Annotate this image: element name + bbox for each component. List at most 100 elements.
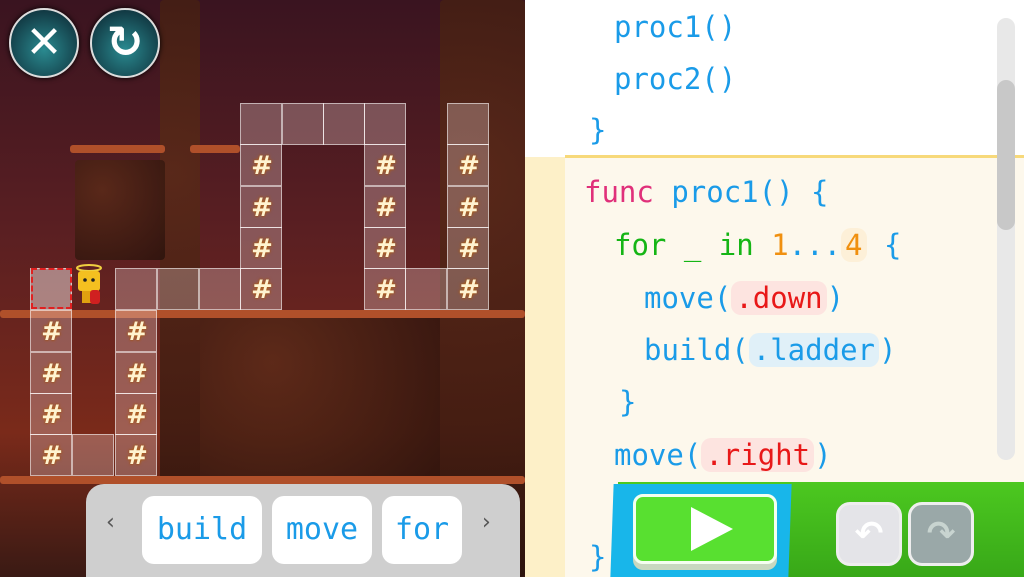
argument-right[interactable]: .right: [701, 438, 815, 472]
path-tile: [157, 268, 199, 310]
in-keyword: in: [718, 228, 754, 262]
ladder-tile: #: [240, 186, 282, 228]
ladder-tile: #: [30, 352, 72, 394]
function-divider: [565, 155, 1024, 158]
range-operator: ...: [788, 228, 842, 262]
command-palette: ‹ build move for ›: [86, 484, 520, 577]
paren: ): [826, 281, 845, 315]
build-call: build(: [644, 333, 749, 367]
path-tile: [72, 434, 114, 476]
ledge: [0, 310, 525, 318]
ladder-icon: #: [41, 441, 63, 471]
path-tile: [405, 268, 447, 310]
restart-icon: ↻: [106, 17, 144, 68]
ladder-icon: #: [126, 359, 148, 389]
range-end[interactable]: 4: [841, 228, 867, 262]
palette-next-arrow[interactable]: ›: [482, 510, 491, 535]
undo-button[interactable]: ↶: [836, 502, 902, 566]
ladder-icon: #: [458, 275, 480, 305]
ladder-tile: #: [115, 310, 157, 352]
ladder-tile: #: [240, 227, 282, 269]
ladder-tile: #: [115, 434, 157, 476]
range-start[interactable]: 1: [771, 228, 788, 262]
ladder-icon: #: [458, 234, 480, 264]
paren: ): [814, 438, 832, 472]
ledge: [0, 476, 525, 484]
ladder-tile: #: [364, 144, 406, 186]
code-line[interactable]: }: [589, 537, 606, 577]
ladder-tile: #: [30, 310, 72, 352]
loop-var: _: [683, 228, 702, 262]
ladder-icon: #: [41, 400, 63, 430]
gutter-highlight: [525, 157, 565, 577]
ladder-tile: #: [30, 434, 72, 476]
path-tile: [240, 103, 282, 145]
ladder-icon: #: [375, 275, 397, 305]
for-keyword: for: [614, 228, 667, 262]
palette-move-button[interactable]: move: [272, 496, 372, 564]
path-tile: [199, 268, 241, 310]
play-icon: [691, 507, 733, 551]
scrollbar-thumb[interactable]: [997, 80, 1015, 230]
code-line-move[interactable]: move(.down): [644, 278, 844, 318]
brace: {: [811, 175, 829, 209]
ladder-icon: #: [126, 400, 148, 430]
rock-wall: [75, 160, 165, 260]
ladder-icon: #: [251, 193, 273, 223]
path-tile: [323, 103, 365, 145]
ladder-icon: #: [375, 193, 397, 223]
restart-button[interactable]: ↻: [90, 8, 160, 78]
ladder-icon: #: [375, 151, 397, 181]
ladder-icon: #: [375, 234, 397, 264]
run-button[interactable]: [633, 494, 777, 564]
palette-build-button[interactable]: build: [142, 496, 262, 564]
palette-prev-arrow[interactable]: ‹: [106, 510, 115, 535]
close-button[interactable]: ✕: [9, 8, 79, 78]
redo-icon: ↷: [926, 514, 956, 554]
ledge: [190, 145, 240, 153]
argument-down[interactable]: .down: [731, 281, 827, 315]
scrollbar[interactable]: [997, 18, 1015, 460]
ladder-icon: #: [251, 151, 273, 181]
code-line[interactable]: proc2(): [614, 59, 736, 99]
paren: ): [878, 333, 897, 367]
ladder-tile: #: [115, 352, 157, 394]
argument-ladder[interactable]: .ladder: [748, 333, 879, 367]
ladder-icon: #: [41, 359, 63, 389]
ledge: [70, 145, 165, 153]
move-call: move(: [614, 438, 702, 472]
code-line[interactable]: proc1(): [614, 7, 736, 47]
ladder-icon: #: [41, 317, 63, 347]
character-byte: [76, 264, 102, 304]
ladder-tile: #: [447, 144, 489, 186]
code-line-move[interactable]: move(.right): [614, 435, 832, 475]
close-icon: ✕: [25, 17, 63, 68]
path-tile: [447, 103, 489, 145]
brace: {: [883, 228, 902, 262]
code-line[interactable]: }: [619, 382, 636, 422]
code-line-func[interactable]: func proc1() {: [584, 172, 828, 212]
code-line-for[interactable]: for _ in 1... 4 {: [614, 225, 901, 265]
rock-wall: [200, 310, 440, 485]
path-tile: [282, 103, 324, 145]
undo-icon: ↶: [854, 514, 884, 554]
palette-for-button[interactable]: for: [382, 496, 462, 564]
code-line-build[interactable]: build(.ladder): [644, 330, 896, 370]
ladder-tile: #: [447, 186, 489, 228]
ladder-icon: #: [251, 275, 273, 305]
ladder-tile: #: [30, 393, 72, 435]
ladder-icon: #: [126, 441, 148, 471]
selected-tile[interactable]: [31, 268, 72, 309]
move-call: move(: [644, 281, 732, 315]
func-name: proc1(): [671, 175, 794, 209]
redo-button[interactable]: ↷: [908, 502, 974, 566]
ladder-icon: #: [251, 234, 273, 264]
ladder-tile: #: [115, 393, 157, 435]
game-view: # # # # # # # # # # # # # # # # # # # # ✕ ↻ ‹ build move fo…: [0, 0, 525, 577]
ladder-tile: #: [447, 227, 489, 269]
ladder-tile: #: [364, 268, 406, 310]
ladder-icon: #: [458, 193, 480, 223]
ladder-tile: #: [240, 144, 282, 186]
ladder-tile: #: [364, 227, 406, 269]
code-line[interactable]: }: [589, 110, 606, 150]
